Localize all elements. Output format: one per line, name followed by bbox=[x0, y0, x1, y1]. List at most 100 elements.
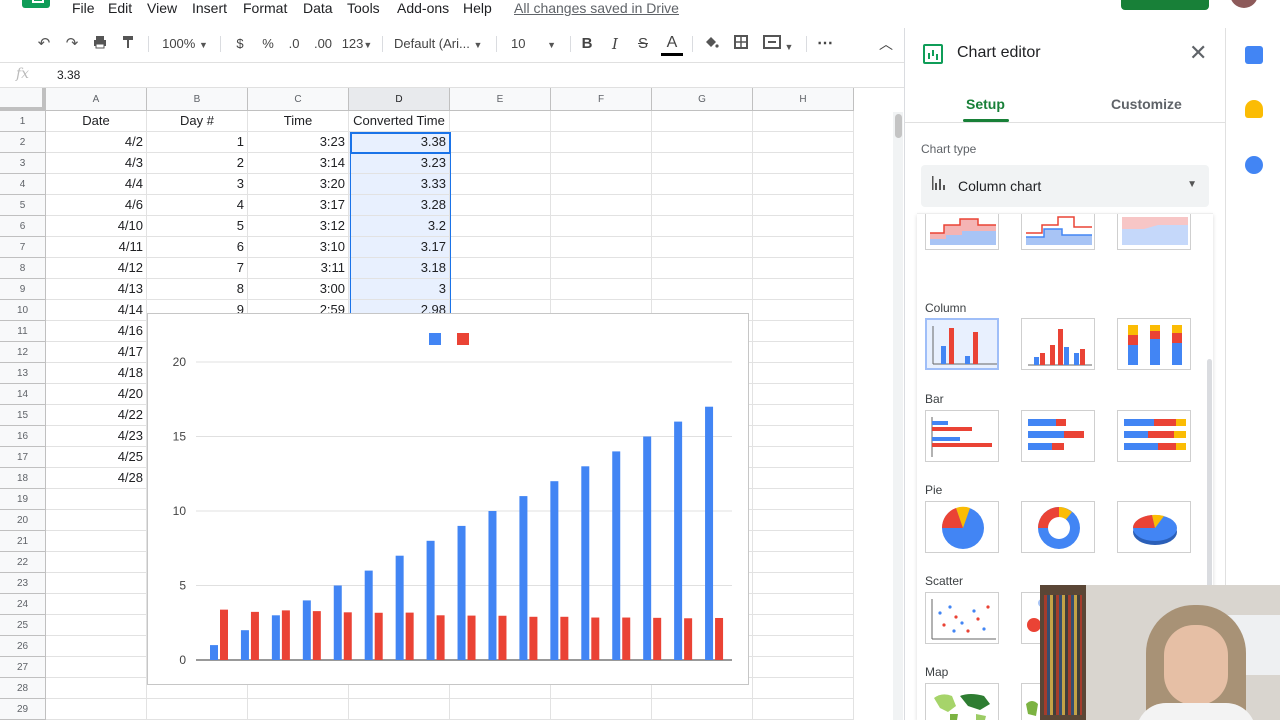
grid-cell[interactable] bbox=[46, 552, 147, 573]
tasks-icon[interactable] bbox=[1245, 156, 1263, 174]
grid-cell[interactable] bbox=[753, 531, 854, 552]
paint-format-icon[interactable] bbox=[118, 34, 138, 54]
grid-cell[interactable] bbox=[753, 132, 854, 153]
bar-series-1[interactable] bbox=[333, 585, 342, 661]
grid-cell[interactable] bbox=[753, 678, 854, 699]
row-header[interactable]: 11 bbox=[0, 321, 46, 342]
row-header[interactable]: 10 bbox=[0, 300, 46, 321]
grid-cell[interactable] bbox=[46, 594, 147, 615]
data-cell[interactable]: 4/3 bbox=[46, 153, 147, 174]
menu-data[interactable]: Data bbox=[303, 0, 333, 16]
grid-cell[interactable] bbox=[652, 153, 753, 174]
text-color-button[interactable]: A bbox=[661, 34, 683, 56]
grid-cell[interactable] bbox=[551, 279, 652, 300]
grid-cell[interactable] bbox=[450, 174, 551, 195]
grid-cell[interactable] bbox=[753, 216, 854, 237]
row-header[interactable]: 8 bbox=[0, 258, 46, 279]
grid-cell[interactable] bbox=[551, 153, 652, 174]
bar-series-2[interactable] bbox=[467, 615, 476, 660]
undo-icon[interactable]: ↶ bbox=[34, 34, 54, 54]
row-header[interactable]: 16 bbox=[0, 426, 46, 447]
area-chart-option[interactable] bbox=[925, 214, 999, 250]
row-header[interactable]: 15 bbox=[0, 405, 46, 426]
row-header[interactable]: 18 bbox=[0, 468, 46, 489]
keep-icon[interactable] bbox=[1245, 100, 1263, 118]
stacked-bar-chart-option[interactable] bbox=[1021, 410, 1095, 462]
bar-series-2[interactable] bbox=[684, 618, 693, 660]
3d-pie-chart-option[interactable] bbox=[1117, 501, 1191, 553]
grid-cell[interactable] bbox=[753, 384, 854, 405]
column-header-g[interactable]: G bbox=[652, 88, 753, 111]
zoom-select[interactable]: 100% ▼ bbox=[158, 34, 212, 54]
column-chart-option[interactable] bbox=[925, 318, 999, 370]
grid-cell[interactable] bbox=[753, 237, 854, 258]
grid-cell[interactable] bbox=[349, 699, 450, 720]
grid-cell[interactable] bbox=[652, 195, 753, 216]
bar-series-1[interactable] bbox=[705, 406, 714, 660]
account-avatar[interactable] bbox=[1230, 0, 1258, 8]
data-cell[interactable]: 4/4 bbox=[46, 174, 147, 195]
data-cell[interactable]: 4/12 bbox=[46, 258, 147, 279]
grid-cell[interactable] bbox=[551, 699, 652, 720]
grid-cell[interactable] bbox=[753, 321, 854, 342]
header-cell[interactable]: Converted Time bbox=[349, 111, 450, 132]
grid-cell[interactable] bbox=[652, 699, 753, 720]
currency-button[interactable]: $ bbox=[230, 34, 250, 54]
vertical-scrollbar[interactable] bbox=[893, 112, 903, 720]
bar-series-2[interactable] bbox=[653, 617, 662, 660]
column-chart-variant-option[interactable] bbox=[1021, 318, 1095, 370]
grid-cell[interactable] bbox=[652, 174, 753, 195]
grid-cell[interactable] bbox=[753, 111, 854, 132]
save-status-link[interactable]: All changes saved in Drive bbox=[514, 0, 679, 16]
row-header[interactable]: 29 bbox=[0, 699, 46, 720]
bold-button[interactable]: B bbox=[577, 34, 597, 54]
grid-cell[interactable] bbox=[753, 615, 854, 636]
redo-icon[interactable]: ↷ bbox=[62, 34, 82, 54]
row-header[interactable]: 20 bbox=[0, 510, 46, 531]
grid-cell[interactable] bbox=[551, 132, 652, 153]
data-cell[interactable]: 3:20 bbox=[248, 174, 349, 195]
row-header[interactable]: 21 bbox=[0, 531, 46, 552]
collapse-toolbar-icon[interactable]: ︿ bbox=[876, 34, 896, 54]
data-cell[interactable]: 3:11 bbox=[248, 258, 349, 279]
grid-cell[interactable] bbox=[753, 405, 854, 426]
grid-cell[interactable] bbox=[753, 447, 854, 468]
full-stacked-bar-chart-option[interactable] bbox=[1117, 410, 1191, 462]
row-header[interactable]: 1 bbox=[0, 111, 46, 132]
data-cell[interactable]: 4/16 bbox=[46, 321, 147, 342]
grid-cell[interactable] bbox=[46, 699, 147, 720]
scatter-chart-option[interactable] bbox=[925, 592, 999, 644]
grid-cell[interactable] bbox=[46, 573, 147, 594]
select-all-corner[interactable] bbox=[0, 88, 46, 111]
grid-cell[interactable] bbox=[753, 279, 854, 300]
increase-decimal-button[interactable]: .00 bbox=[310, 34, 336, 54]
grid-cell[interactable] bbox=[450, 195, 551, 216]
grid-cell[interactable] bbox=[753, 363, 854, 384]
row-header[interactable]: 24 bbox=[0, 594, 46, 615]
grid-cell[interactable] bbox=[753, 699, 854, 720]
grid-cell[interactable] bbox=[551, 237, 652, 258]
data-cell[interactable]: 3.2 bbox=[349, 216, 450, 237]
bar-series-2[interactable] bbox=[343, 612, 352, 660]
embedded-chart[interactable]: 0 5 10 15 20 bbox=[147, 313, 749, 685]
bar-series-1[interactable] bbox=[612, 451, 621, 660]
data-cell[interactable]: 3.38 bbox=[349, 132, 450, 153]
pie-chart-option[interactable] bbox=[925, 501, 999, 553]
data-cell[interactable]: 3:10 bbox=[248, 237, 349, 258]
row-header[interactable]: 25 bbox=[0, 615, 46, 636]
grid-cell[interactable] bbox=[753, 174, 854, 195]
row-header[interactable]: 3 bbox=[0, 153, 46, 174]
row-header[interactable]: 13 bbox=[0, 363, 46, 384]
tab-setup[interactable]: Setup bbox=[966, 96, 1005, 112]
fill-color-icon[interactable] bbox=[701, 34, 721, 54]
column-header-d[interactable]: D bbox=[349, 88, 450, 111]
legend-swatch[interactable] bbox=[457, 333, 469, 345]
grid-cell[interactable] bbox=[652, 132, 753, 153]
data-cell[interactable]: 3 bbox=[349, 279, 450, 300]
bar-series-2[interactable] bbox=[622, 617, 631, 660]
percent-button[interactable]: % bbox=[258, 34, 278, 54]
bar-series-1[interactable] bbox=[240, 630, 249, 660]
row-header[interactable]: 6 bbox=[0, 216, 46, 237]
strikethrough-button[interactable]: S bbox=[633, 34, 653, 54]
bar-series-2[interactable] bbox=[560, 616, 569, 660]
